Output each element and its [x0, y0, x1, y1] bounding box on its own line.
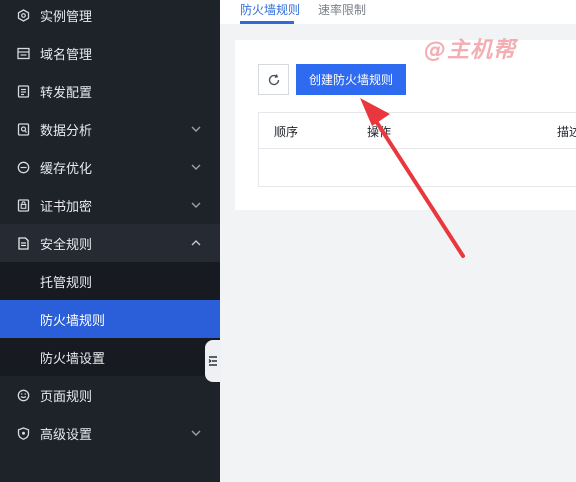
sidebar-subitem-label: 托管规则 [40, 275, 93, 291]
sidebar-item-analytics[interactable]: 数据分析 [0, 110, 220, 148]
sidebar-item-advanced[interactable]: 高级设置 [0, 414, 220, 452]
domain-icon [16, 46, 30, 60]
sidebar-item-label: 实例管理 [40, 9, 93, 25]
sidebar-subitem-firewall-settings[interactable]: 防火墙设置 [0, 338, 220, 376]
sidebar-subitem-managed-rules[interactable]: 托管规则 [0, 262, 220, 300]
sidebar-item-forwarding[interactable]: 转发配置 [0, 72, 220, 110]
tab-bar: 防火墙规则 速率限制 [220, 0, 576, 24]
sidebar-subitem-label: 防火墙设置 [40, 351, 106, 367]
create-firewall-rule-button[interactable]: 创建防火墙规则 [296, 64, 406, 95]
tab-rate-limiting[interactable]: 速率限制 [318, 0, 366, 24]
sidebar-collapse-handle[interactable] [205, 340, 221, 382]
sidebar-item-label: 高级设置 [40, 427, 93, 443]
chevron-down-icon [191, 126, 201, 132]
sidebar: 实例管理 域名管理 转发配置 数据分析 缓存优化 证书加密 安全规则 托管规则 … [0, 0, 221, 482]
sidebar-item-label: 证书加密 [40, 199, 93, 215]
sidebar-item-page-rules[interactable]: 页面规则 [0, 376, 220, 414]
sidebar-item-label: 页面规则 [40, 389, 93, 405]
page-rule-icon [16, 388, 30, 402]
column-header-actions: 操作 [367, 125, 392, 139]
hexagon-icon [16, 8, 30, 22]
sidebar-item-label: 转发配置 [40, 85, 93, 101]
sidebar-item-label: 域名管理 [40, 47, 93, 63]
sidebar-item-domains[interactable]: 域名管理 [0, 34, 220, 72]
refresh-button[interactable] [258, 64, 289, 95]
column-header-description: 描述 [557, 125, 576, 139]
table-header: 顺序 操作 描述 [259, 113, 576, 149]
sidebar-item-cache[interactable]: 缓存优化 [0, 148, 220, 186]
rules-table: 顺序 操作 描述 [258, 112, 576, 187]
sidebar-item-label: 安全规则 [40, 237, 93, 253]
sidebar-subitem-firewall-rules[interactable]: 防火墙规则 [0, 300, 220, 338]
chevron-down-icon [191, 202, 201, 208]
sidebar-item-label: 缓存优化 [40, 161, 93, 177]
chevron-down-icon [191, 430, 201, 436]
chevron-down-icon [191, 164, 201, 170]
security-rule-icon [16, 236, 30, 250]
sidebar-item-instances[interactable]: 实例管理 [0, 0, 220, 34]
analytics-icon [16, 122, 30, 136]
refresh-icon [268, 73, 279, 85]
sidebar-subitem-label: 防火墙规则 [40, 313, 106, 329]
sidebar-item-security[interactable]: 安全规则 [0, 224, 220, 262]
certificate-icon [16, 198, 30, 212]
column-header-order: 顺序 [274, 125, 299, 139]
watermark: @主机帮 [424, 38, 517, 63]
sidebar-item-certificates[interactable]: 证书加密 [0, 186, 220, 224]
forward-config-icon [16, 84, 30, 98]
shield-icon [16, 426, 30, 440]
cache-icon [16, 160, 30, 174]
active-tab-indicator [240, 21, 294, 24]
sidebar-item-label: 数据分析 [40, 123, 93, 139]
chevron-up-icon [191, 240, 201, 246]
collapse-icon [208, 356, 217, 366]
